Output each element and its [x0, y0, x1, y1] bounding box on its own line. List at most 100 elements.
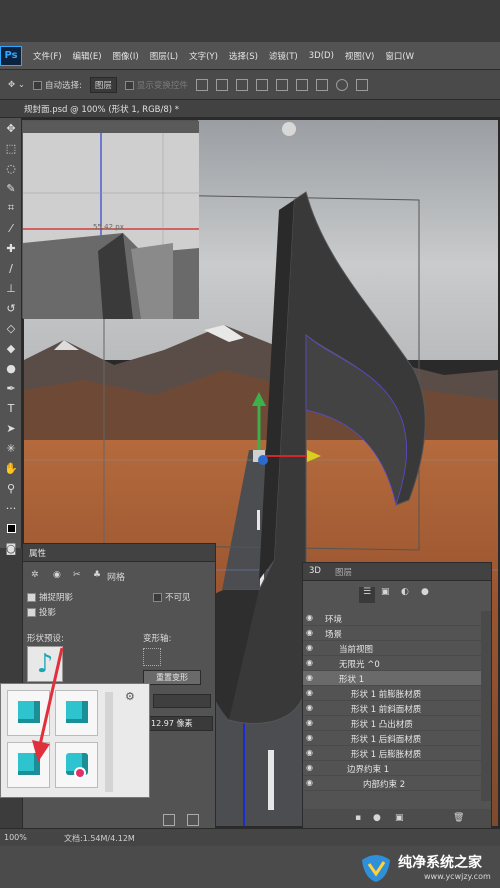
- move-tool-icon[interactable]: ✥: [0, 118, 22, 138]
- stamp-tool-icon[interactable]: ⊥: [0, 278, 22, 298]
- pen-tool-icon[interactable]: ✒: [0, 378, 22, 398]
- scene-mode-icon[interactable]: ✲: [31, 570, 39, 580]
- align-middle-icon[interactable]: [295, 78, 308, 91]
- preset-tile[interactable]: [7, 690, 50, 736]
- shape-tool-icon[interactable]: ✳: [0, 438, 22, 458]
- properties-tab[interactable]: 属性: [29, 547, 46, 559]
- align-right-icon[interactable]: [235, 78, 248, 91]
- visibility-eye-icon[interactable]: ◉: [306, 734, 316, 742]
- search-icon[interactable]: [335, 78, 348, 91]
- history-brush-icon[interactable]: ↺: [0, 298, 22, 318]
- path-select-icon[interactable]: ➤: [0, 418, 22, 438]
- eyedropper-icon[interactable]: ⁄: [0, 218, 22, 238]
- visibility-eye-icon[interactable]: ◉: [306, 629, 316, 637]
- scrollbar[interactable]: [481, 611, 491, 801]
- visibility-eye-icon[interactable]: ◉: [306, 719, 316, 727]
- visibility-eye-icon[interactable]: ◉: [306, 764, 316, 772]
- tab-3d[interactable]: 3D: [309, 566, 321, 576]
- hand-tool-icon[interactable]: ✋: [0, 458, 22, 478]
- preset-tile[interactable]: [55, 742, 98, 788]
- scene-row-shape[interactable]: ◉ 形状 1: [303, 671, 481, 686]
- cast-shadows-checkbox[interactable]: 投影: [27, 606, 56, 618]
- mesh-tab-label[interactable]: 网格: [107, 570, 125, 583]
- zoom-tool-icon[interactable]: ⚲: [0, 478, 22, 498]
- dodge-tool-icon[interactable]: ●: [0, 358, 22, 378]
- align-left-icon[interactable]: [195, 78, 208, 91]
- scene-row-material[interactable]: ◉ 形状 1 后膨胀材质: [303, 746, 481, 761]
- extrusion-depth-field[interactable]: 12.97 像素: [147, 716, 213, 731]
- healing-brush-icon[interactable]: ✚: [0, 238, 22, 258]
- add-icon[interactable]: ▣: [395, 813, 404, 823]
- menu-type[interactable]: 文字(Y): [189, 50, 218, 62]
- scene-row-infinite-light[interactable]: ◉ 无限光 ^0: [303, 656, 481, 671]
- menu-view[interactable]: 视图(V): [345, 50, 374, 62]
- workspace-icon[interactable]: [355, 78, 368, 91]
- lights-icon[interactable]: ●: [421, 587, 429, 597]
- texture-mapping-dropdown[interactable]: [153, 694, 211, 708]
- mesh-icon[interactable]: ▪: [355, 813, 361, 823]
- align-center-icon[interactable]: [215, 78, 228, 91]
- materials-icon[interactable]: ◐: [401, 587, 409, 597]
- menu-filter[interactable]: 滤镜(T): [269, 50, 298, 62]
- reset-deform-button[interactable]: 重置变形: [143, 670, 201, 685]
- brush-tool-icon[interactable]: ∕: [0, 258, 22, 278]
- crop-tool-icon[interactable]: ⌗: [0, 198, 22, 218]
- deform-mode-icon[interactable]: ◉: [53, 570, 61, 580]
- auto-select-dropdown[interactable]: 图层: [89, 76, 117, 93]
- marquee-tool-icon[interactable]: ⬚: [0, 138, 22, 158]
- distribute-icon[interactable]: [255, 78, 268, 91]
- delete-icon[interactable]: [187, 814, 199, 826]
- type-tool-icon[interactable]: T: [0, 398, 22, 418]
- catch-shadows-checkbox[interactable]: 捕捉阴影: [27, 591, 73, 603]
- gear-icon[interactable]: ⚙: [125, 690, 135, 703]
- whole-scene-icon[interactable]: ☰: [359, 587, 375, 603]
- more-tools-icon[interactable]: ···: [0, 498, 22, 518]
- eraser-icon[interactable]: ◇: [0, 318, 22, 338]
- align-top-icon[interactable]: [275, 78, 288, 91]
- scene-row-material[interactable]: ◉ 形状 1 前斜面材质: [303, 701, 481, 716]
- visibility-eye-icon[interactable]: ◉: [306, 689, 316, 697]
- visibility-eye-icon[interactable]: ◉: [306, 674, 316, 682]
- auto-select-checkbox[interactable]: 自动选择:: [32, 79, 82, 91]
- scene-row-material[interactable]: ◉ 形状 1 前膨胀材质: [303, 686, 481, 701]
- light-source-icon[interactable]: [282, 122, 296, 136]
- quick-mask-icon[interactable]: ◙: [0, 538, 22, 558]
- menu-select[interactable]: 选择(S): [229, 50, 258, 62]
- 3d-axis-gizmo[interactable]: [249, 390, 329, 470]
- menu-image[interactable]: 图像(I): [113, 50, 139, 62]
- menu-3d[interactable]: 3D(D): [309, 51, 334, 61]
- deform-axis-grid[interactable]: [143, 648, 161, 666]
- scene-row-constraint[interactable]: ◉ 内部约束 2: [303, 776, 481, 791]
- scrollbar[interactable]: [105, 692, 113, 792]
- move-tool-icon[interactable]: ✥ ⌄: [8, 80, 25, 90]
- menu-file[interactable]: 文件(F): [33, 50, 62, 62]
- menu-edit[interactable]: 编辑(E): [73, 50, 102, 62]
- scene-row-scene[interactable]: ◉ 场景: [303, 626, 481, 641]
- visibility-eye-icon[interactable]: ◉: [306, 659, 316, 667]
- tab-layers[interactable]: 图层: [335, 566, 352, 578]
- delete-icon[interactable]: 🗑: [453, 813, 464, 823]
- quick-select-icon[interactable]: ✎: [0, 178, 22, 198]
- scene-row-environment[interactable]: ◉ 环境: [303, 611, 481, 626]
- invisible-checkbox[interactable]: 不可见: [153, 591, 191, 603]
- align-bottom-icon[interactable]: [315, 78, 328, 91]
- color-swatches-icon[interactable]: [0, 518, 22, 538]
- show-transform-checkbox[interactable]: 显示变换控件: [124, 79, 188, 91]
- visibility-eye-icon[interactable]: ◉: [306, 749, 316, 757]
- light-bulb-icon[interactable]: ●: [373, 813, 381, 823]
- coordinates-mode-icon[interactable]: ♣: [93, 570, 101, 580]
- cap-mode-icon[interactable]: ✂: [73, 570, 81, 580]
- shape-preset-thumbnail[interactable]: ♪: [27, 646, 63, 682]
- menu-layer[interactable]: 图层(L): [150, 50, 178, 62]
- document-tab[interactable]: 规封面.psd @ 100% (形状 1, RGB/8) *: [0, 100, 500, 118]
- visibility-eye-icon[interactable]: ◉: [306, 779, 316, 787]
- visibility-eye-icon[interactable]: ◉: [306, 704, 316, 712]
- scene-row-material[interactable]: ◉ 形状 1 后斜面材质: [303, 731, 481, 746]
- meshes-icon[interactable]: ▣: [381, 587, 390, 597]
- zoom-level[interactable]: 100%: [4, 833, 27, 842]
- scene-row-current-view[interactable]: ◉ 当前视图: [303, 641, 481, 656]
- visibility-eye-icon[interactable]: ◉: [306, 614, 316, 622]
- preset-tile[interactable]: [7, 742, 50, 788]
- paint-bucket-icon[interactable]: ◆: [0, 338, 22, 358]
- scene-row-material[interactable]: ◉ 形状 1 凸出材质: [303, 716, 481, 731]
